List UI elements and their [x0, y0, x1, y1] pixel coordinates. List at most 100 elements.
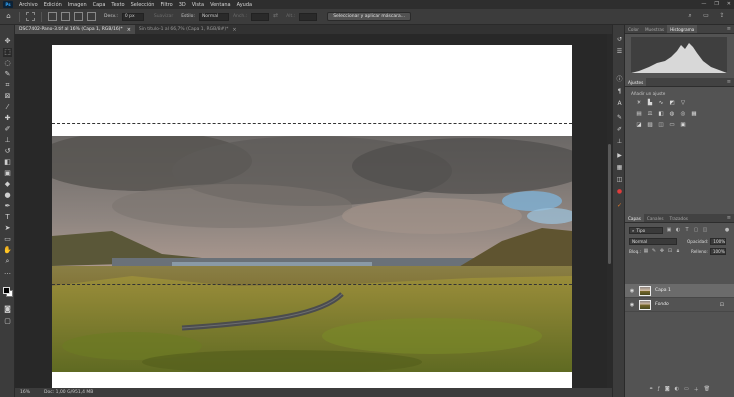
layer-name[interactable]: Fondo	[655, 302, 669, 307]
width-field[interactable]	[251, 12, 270, 21]
color-lookup-icon[interactable]: ▦	[690, 110, 698, 118]
type-filter-icon[interactable]: T	[684, 227, 690, 233]
crop-tool-icon[interactable]: ⌗	[3, 81, 12, 90]
opacity-field[interactable]: 100%	[710, 237, 727, 245]
photoshop-logo-icon[interactable]: Ps	[3, 1, 13, 8]
layer-name[interactable]: Capa 1	[655, 288, 671, 293]
layer-style-icon[interactable]: ƒ	[658, 386, 660, 395]
photo-filter-icon[interactable]: ◍	[668, 110, 676, 118]
pixel-filter-icon[interactable]: ▣	[666, 227, 672, 233]
screen-mode-icon[interactable]: ▢	[3, 317, 12, 326]
share-icon[interactable]: ⇪	[718, 12, 726, 20]
curves-icon[interactable]: ∿	[657, 99, 665, 107]
marquee-preset-icon[interactable]	[26, 12, 35, 21]
levels-icon[interactable]: ▙	[646, 99, 654, 107]
marquee-tool-icon[interactable]: ⬚	[3, 48, 12, 57]
new-adjustment-layer-icon[interactable]: ◐	[675, 386, 679, 395]
menu-3d[interactable]: 3D	[176, 2, 189, 8]
blend-mode-select[interactable]: Normal	[629, 237, 677, 245]
clone-stamp-tool-icon[interactable]: ⊥	[3, 136, 12, 145]
menu-vista[interactable]: Vista	[189, 2, 207, 8]
smart-object-filter-icon[interactable]: ◫	[702, 227, 708, 233]
menu-seleccion[interactable]: Selección	[128, 2, 158, 8]
exposure-icon[interactable]: ◩	[668, 99, 676, 107]
pen-tool-icon[interactable]: ✒	[3, 202, 12, 211]
style-select[interactable]: Normal	[198, 12, 229, 21]
lock-all-icon[interactable]: 🔒︎	[675, 248, 681, 254]
threshold-icon[interactable]: ◫	[657, 121, 665, 129]
panel-menu-icon[interactable]: ≡	[727, 79, 734, 85]
menu-edicion[interactable]: Edición	[41, 2, 65, 8]
brushes-icon[interactable]: ✐	[615, 125, 624, 134]
tab-color[interactable]: Color	[625, 25, 642, 33]
frame-tool-icon[interactable]: ⊠	[3, 92, 12, 101]
styles-icon[interactable]: ▦	[615, 163, 624, 172]
close-icon[interactable]: ×	[232, 27, 236, 33]
feather-field[interactable]: 0 px	[121, 12, 144, 21]
info-icon[interactable]: ⓘ	[615, 75, 624, 84]
properties-icon[interactable]: ☰	[615, 47, 624, 56]
brush-tool-icon[interactable]: ✐	[3, 125, 12, 134]
document-tab[interactable]: Sin título-1 al 66,7% (Capa 1, RGB/8#)* …	[135, 25, 241, 34]
lasso-tool-icon[interactable]: ◌	[3, 59, 12, 68]
filter-toggle-icon[interactable]: ●	[724, 227, 730, 233]
tab-channels[interactable]: Canales	[644, 214, 667, 222]
tab-paths[interactable]: Trazados	[667, 214, 691, 222]
panel-menu-icon[interactable]: ≡	[727, 26, 734, 32]
color-balance-icon[interactable]: ⚖	[646, 110, 654, 118]
menu-archivo[interactable]: Archivo	[16, 2, 41, 8]
adobe-red-icon[interactable]: ●	[615, 187, 624, 196]
visibility-eye-icon[interactable]: ◉	[629, 288, 635, 294]
smooth-checkbox[interactable]: Suavizar	[154, 14, 173, 19]
intersect-selection-icon[interactable]	[87, 12, 96, 21]
dodge-tool-icon[interactable]: ●	[3, 191, 12, 200]
black-white-icon[interactable]: ◧	[657, 110, 665, 118]
history-brush-tool-icon[interactable]: ↺	[3, 147, 12, 156]
quick-mask-icon[interactable]: ◙	[3, 305, 12, 314]
clone-source-icon[interactable]: ⊥	[615, 137, 624, 146]
zoom-tool-icon[interactable]: ⌕	[3, 257, 12, 266]
eraser-tool-icon[interactable]: ◧	[3, 158, 12, 167]
maximize-icon[interactable]: ❐	[714, 1, 718, 7]
channel-mixer-icon[interactable]: ◎	[679, 110, 687, 118]
actions-icon[interactable]: ▶	[615, 151, 624, 160]
home-icon[interactable]: ⌂	[4, 12, 13, 21]
layer-row[interactable]: ◉ Fondo ⊡	[625, 298, 734, 312]
close-icon[interactable]: ×	[127, 27, 131, 33]
document-tab-active[interactable]: DSC7402-Pano-3.tif al 16% (Capa 1, RGB/1…	[15, 25, 135, 34]
hue-saturation-icon[interactable]: ▤	[635, 110, 643, 118]
fill-field[interactable]: 100%	[709, 247, 726, 255]
document-size[interactable]: Doc: 1,00 G/951,4 MB	[44, 390, 93, 395]
new-selection-icon[interactable]	[48, 12, 57, 21]
selective-color-icon[interactable]: ▣	[679, 121, 687, 129]
menu-texto[interactable]: Texto	[108, 2, 127, 8]
history-icon[interactable]: ↺	[615, 35, 624, 44]
quick-select-tool-icon[interactable]: ✎	[3, 70, 12, 79]
layer-filter-select[interactable]: ⌕ Tipo	[629, 226, 663, 234]
layer-row[interactable]: ◉ Capa 1	[625, 284, 734, 298]
swap-icon[interactable]: ⇄	[273, 12, 282, 21]
link-layers-icon[interactable]: ⚭	[649, 386, 653, 395]
add-selection-icon[interactable]	[61, 12, 70, 21]
tab-layers[interactable]: Capas	[625, 214, 644, 222]
search-icon[interactable]: ⌕	[686, 12, 694, 20]
lock-pixels-icon[interactable]: ✎	[651, 248, 657, 254]
healing-brush-tool-icon[interactable]: ✚	[3, 114, 12, 123]
select-and-mask-button[interactable]: Seleccionar y aplicar máscara...	[327, 12, 412, 21]
gradient-tool-icon[interactable]: ▣	[3, 169, 12, 178]
new-layer-icon[interactable]: ＋	[694, 386, 699, 395]
posterize-icon[interactable]: ▨	[646, 121, 654, 129]
paragraph-icon[interactable]: ¶	[615, 87, 624, 96]
height-field[interactable]	[299, 12, 318, 21]
vibrance-icon[interactable]: ▽	[679, 99, 687, 107]
workspace-icon[interactable]: ▭	[702, 12, 710, 20]
subtract-selection-icon[interactable]	[74, 12, 83, 21]
visibility-eye-icon[interactable]: ◉	[629, 302, 635, 308]
rectangle-tool-icon[interactable]: ▭	[3, 235, 12, 244]
lock-position-icon[interactable]: ✥	[659, 248, 665, 254]
add-mask-icon[interactable]: ◙	[665, 386, 670, 395]
brush-settings-icon[interactable]: ✎	[615, 113, 624, 122]
tab-histogram[interactable]: Histograma	[667, 25, 698, 33]
menu-ayuda[interactable]: Ayuda	[234, 2, 255, 8]
edit-toolbar-icon[interactable]: …	[3, 268, 12, 277]
